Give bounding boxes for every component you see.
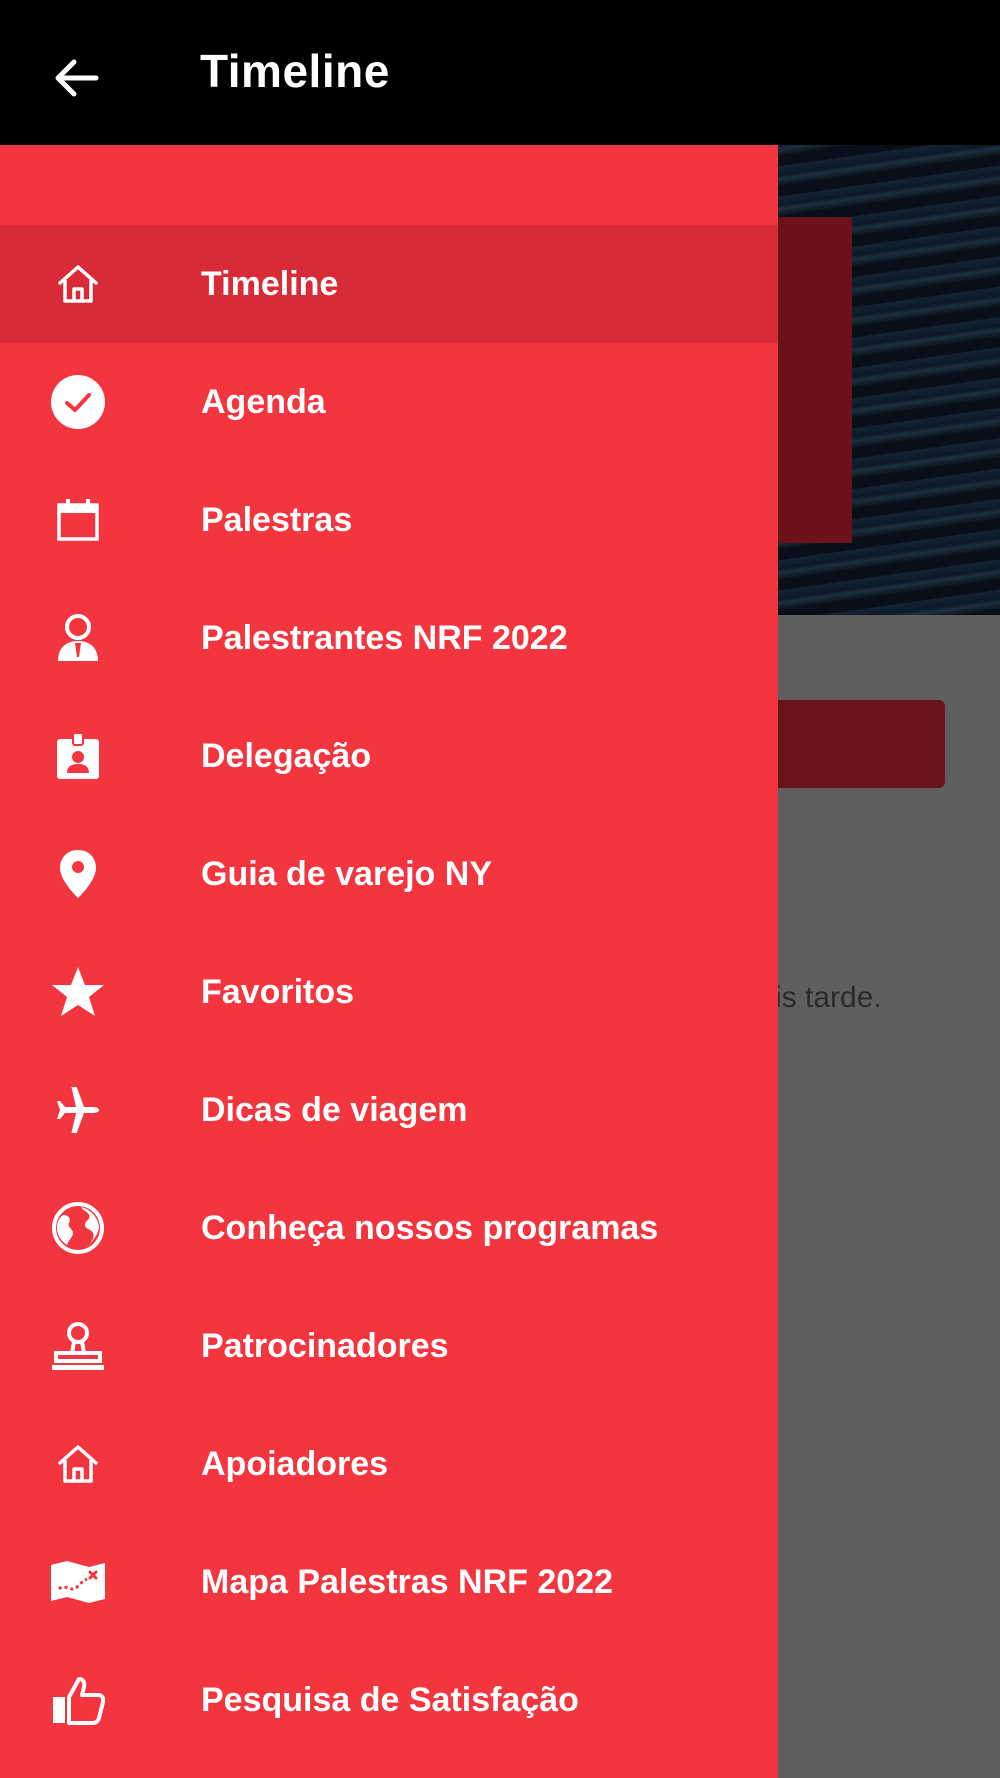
menu-item-timeline[interactable]: Timeline xyxy=(0,225,778,343)
menu-item-agenda[interactable]: Agenda xyxy=(0,343,778,461)
menu-item-label: Patrocinadores xyxy=(201,1326,449,1365)
check-circle-icon xyxy=(48,372,108,432)
background-text: is tarde. xyxy=(775,981,882,1014)
menu-item-mapa-palestras[interactable]: Mapa Palestras NRF 2022 xyxy=(0,1523,778,1641)
menu-item-dicas-viagem[interactable]: Dicas de viagem xyxy=(0,1051,778,1169)
menu-item-guia-varejo[interactable]: Guia de varejo NY xyxy=(0,815,778,933)
home-icon xyxy=(48,1434,108,1494)
calendar-icon xyxy=(48,490,108,550)
menu-item-delegacao[interactable]: Delegação xyxy=(0,697,778,815)
menu-item-label: Favoritos xyxy=(201,972,355,1011)
globe-icon xyxy=(48,1198,108,1258)
map-icon xyxy=(48,1552,108,1612)
menu-item-label: Palestras xyxy=(201,500,353,539)
badge-icon xyxy=(48,726,108,786)
navigation-drawer: Timeline Agenda Palestras Palestrantes N… xyxy=(0,145,778,1778)
drawer-header xyxy=(0,145,778,225)
speaker-person-icon xyxy=(48,608,108,668)
menu-item-label: Guia de varejo NY xyxy=(201,854,492,893)
star-icon xyxy=(48,962,108,1022)
arrow-left-icon[interactable] xyxy=(44,46,108,110)
menu-item-label: Timeline xyxy=(201,264,339,303)
page-title: Timeline xyxy=(200,45,390,97)
location-pin-icon xyxy=(48,844,108,904)
menu-item-apoiadores[interactable]: Apoiadores xyxy=(0,1405,778,1523)
menu-item-label: Mapa Palestras NRF 2022 xyxy=(201,1562,613,1601)
menu-item-label: Delegação xyxy=(201,736,372,775)
menu-item-label: Agenda xyxy=(201,382,326,421)
menu-item-pesquisa-satisfacao[interactable]: Pesquisa de Satisfação xyxy=(0,1641,778,1759)
stamp-icon xyxy=(48,1316,108,1376)
menu-item-label: Dicas de viagem xyxy=(201,1090,468,1129)
menu-item-label: Palestrantes NRF 2022 xyxy=(201,618,568,657)
thumbs-up-icon xyxy=(48,1670,108,1730)
menu-item-patrocinadores[interactable]: Patrocinadores xyxy=(0,1287,778,1405)
menu-item-programas[interactable]: Conheça nossos programas xyxy=(0,1169,778,1287)
home-icon xyxy=(48,254,108,314)
menu-item-label: Pesquisa de Satisfação xyxy=(201,1680,579,1719)
menu-item-favoritos[interactable]: Favoritos xyxy=(0,933,778,1051)
airplane-icon xyxy=(48,1080,108,1140)
app-bar: Timeline xyxy=(0,0,1000,145)
menu-item-palestras[interactable]: Palestras xyxy=(0,461,778,579)
menu-item-label: Apoiadores xyxy=(201,1444,389,1483)
menu-item-label: Conheça nossos programas xyxy=(201,1208,659,1247)
menu-item-palestrantes[interactable]: Palestrantes NRF 2022 xyxy=(0,579,778,697)
